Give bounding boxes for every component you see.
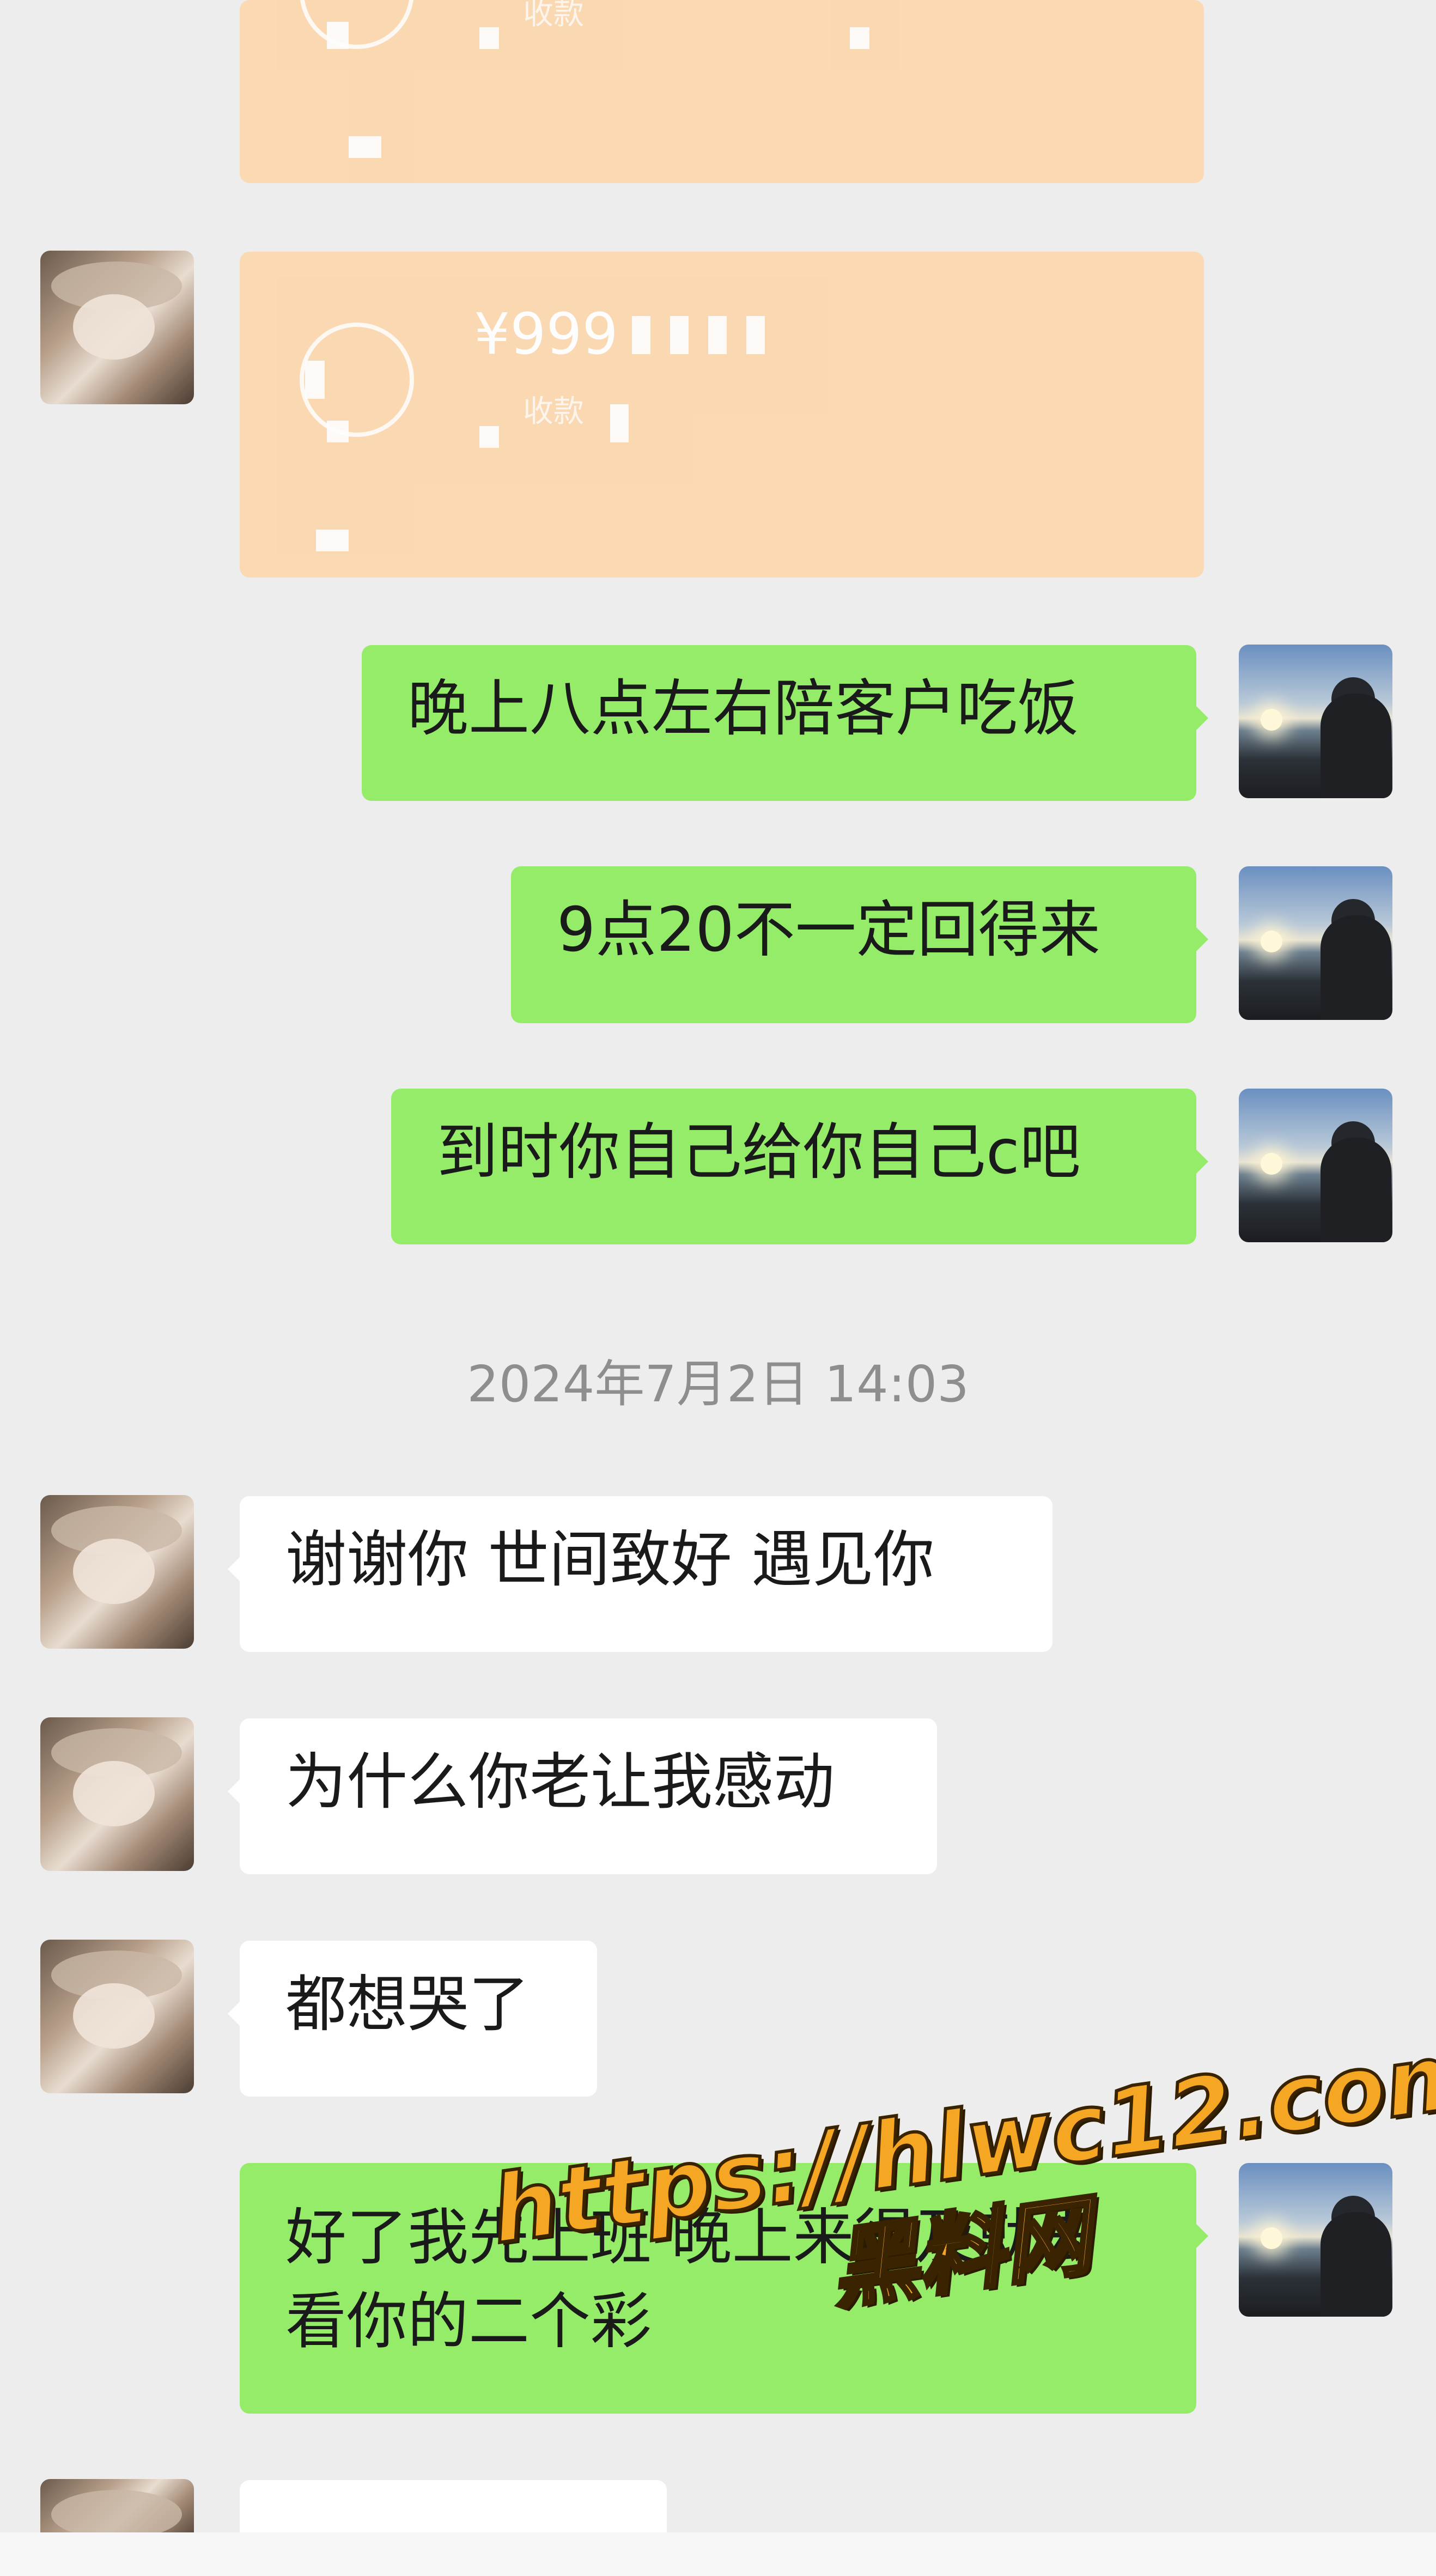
transfer-card[interactable]: ¥999 收款 [240,252,1204,578]
censor-block [479,27,499,49]
sent-message-bubble[interactable]: 到时你自己给你自己c吧 [391,1089,1208,1244]
message-text: 晚上八点左右陪客户吃饭 [407,673,1079,744]
transfer-status: 收款 [523,0,584,32]
censor-block [479,426,499,448]
my-avatar[interactable] [1239,866,1392,1020]
censor-block [327,421,349,442]
message-text: 好了我先上班 晚上来得及就去看你的二个彩 [285,2202,1098,2357]
transfer-icon [300,0,414,49]
message-text: 为什么你老让我感动 [285,1747,835,1818]
censor-block [349,136,381,158]
my-avatar[interactable] [1239,1089,1392,1242]
transfer-card[interactable]: 收款 [240,0,1204,183]
message-text: 9点20不一定回得来 [557,895,1100,965]
my-avatar[interactable] [1239,645,1392,798]
censor-block [305,361,325,399]
censor-block [746,316,765,354]
censor-block [708,316,727,354]
transfer-amount: ¥999 [474,301,618,367]
received-message-bubble[interactable]: 谢谢你 世间致好 遇见你 [228,1496,1052,1652]
contact-avatar[interactable] [40,251,194,404]
chat-timestamp: 2024年7月2日 14:03 [467,1355,969,1413]
contact-avatar[interactable] [40,1940,194,2093]
censor-block [316,530,349,551]
contact-avatar[interactable] [40,1495,194,1649]
sent-message-bubble[interactable]: 9点20不一定回得来 [511,866,1208,1023]
input-bar [0,2532,1436,2576]
message-text: 谢谢你 世间致好 遇见你 [285,1524,935,1595]
received-message-bubble[interactable]: 都想哭了 [228,1941,597,2097]
message-text: 都想哭了 [285,1969,530,2040]
message-text: 到时你自己给你自己c吧 [437,1117,1081,1188]
contact-avatar[interactable] [40,1717,194,1871]
censor-block [632,316,650,354]
censor-block [610,404,629,442]
transfer-status: 收款 [523,394,584,429]
sent-message-bubble[interactable]: 好了我先上班 晚上来得及就去看你的二个彩 [240,2163,1208,2414]
censor-block [327,22,349,49]
received-message-bubble[interactable]: 为什么你老让我感动 [228,1718,937,1874]
my-avatar[interactable] [1239,2163,1392,2317]
sent-message-bubble[interactable]: 晚上八点左右陪客户吃饭 [362,645,1208,801]
censor-block [670,316,689,354]
censor-block [850,27,869,49]
